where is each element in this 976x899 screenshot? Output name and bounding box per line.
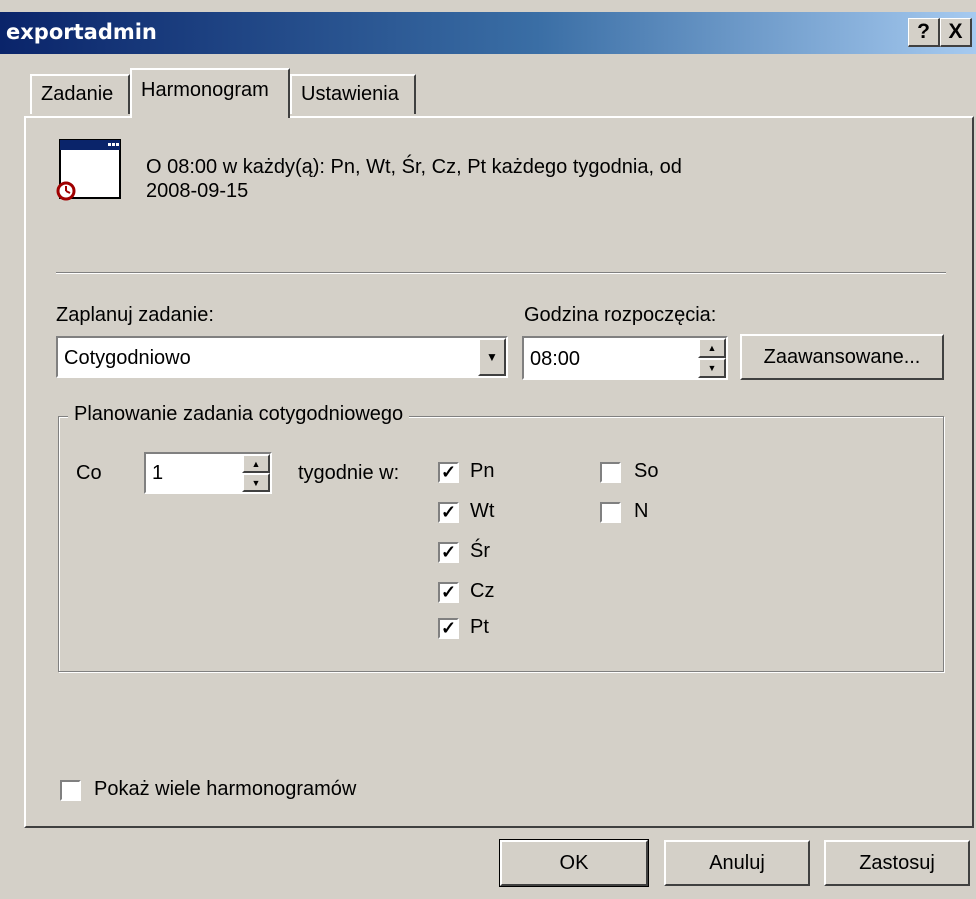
spin-down-button[interactable]: ▼: [698, 358, 726, 378]
checkbox-n-label: N: [634, 500, 649, 522]
weeks-on-label: tygodnie w:: [298, 462, 400, 484]
tab-label: Zadanie: [41, 83, 114, 105]
apply-button[interactable]: Zastosuj: [824, 840, 970, 886]
checkbox-cz[interactable]: ✓: [438, 582, 459, 603]
title-bar[interactable]: exportadmin ? X: [0, 12, 976, 54]
schedule-summary-line2: 2008-09-15: [146, 180, 249, 202]
scheduled-window-icon: [54, 138, 124, 202]
checkbox-cz-label: Cz: [470, 580, 495, 602]
arrow-down-icon: ▼: [251, 478, 261, 488]
schedule-type-select[interactable]: Cotygodniowo ▼: [56, 336, 508, 378]
check-icon: ✓: [440, 502, 457, 522]
tab-ustawienia[interactable]: Ustawienia: [290, 74, 416, 114]
checkbox-n[interactable]: [600, 502, 621, 523]
help-button[interactable]: ?: [908, 18, 940, 47]
advanced-button[interactable]: Zaawansowane...: [740, 334, 944, 380]
dropdown-button[interactable]: ▼: [478, 338, 506, 376]
cancel-button[interactable]: Anuluj: [664, 840, 810, 886]
start-time-field[interactable]: 08:00 ▲ ▼: [522, 336, 728, 380]
checkbox-pt[interactable]: ✓: [438, 618, 459, 639]
show-multiple-schedules-label: Pokaż wiele harmonogramów: [94, 778, 357, 800]
window-title: exportadmin: [6, 20, 157, 44]
check-icon: ✓: [440, 582, 457, 602]
schedule-type-value: Cotygodniowo: [64, 347, 191, 369]
checkbox-sr[interactable]: ✓: [438, 542, 459, 563]
arrow-down-icon: ▼: [707, 363, 717, 373]
start-time-value: 08:00: [530, 348, 581, 370]
spin-down-button[interactable]: ▼: [242, 473, 270, 492]
close-button[interactable]: X: [940, 18, 972, 47]
chevron-down-icon: ▼: [486, 350, 498, 364]
every-label: Co: [76, 462, 102, 484]
arrow-up-icon: ▲: [251, 459, 261, 469]
every-weeks-value: 1: [152, 462, 164, 484]
check-icon: ✓: [440, 462, 457, 482]
check-icon: ✓: [440, 618, 457, 638]
show-multiple-schedules-checkbox[interactable]: [60, 780, 81, 801]
checkbox-so[interactable]: [600, 462, 621, 483]
tab-harmonogram[interactable]: Harmonogram: [130, 68, 290, 118]
weekly-group-title: Planowanie zadania cotygodniowego: [68, 403, 410, 426]
check-icon: ✓: [440, 542, 457, 562]
checkbox-sr-label: Śr: [470, 540, 490, 562]
spin-up-button[interactable]: ▲: [698, 338, 726, 358]
every-weeks-field[interactable]: 1 ▲ ▼: [144, 452, 272, 494]
checkbox-wt-label: Wt: [470, 500, 495, 522]
tab-zadanie[interactable]: Zadanie: [30, 74, 130, 114]
schedule-type-label: Zaplanuj zadanie:: [56, 304, 214, 326]
schedule-summary-line1: O 08:00 w każdy(ą): Pn, Wt, Śr, Cz, Pt k…: [146, 156, 682, 178]
ok-button[interactable]: OK: [499, 839, 649, 887]
start-time-label: Godzina rozpoczęcia:: [524, 304, 717, 326]
arrow-up-icon: ▲: [707, 343, 717, 353]
tab-label: Harmonogram: [141, 79, 269, 101]
tab-label: Ustawienia: [301, 83, 399, 105]
spin-up-button[interactable]: ▲: [242, 454, 270, 473]
checkbox-pt-label: Pt: [470, 616, 489, 638]
checkbox-so-label: So: [634, 460, 659, 482]
checkbox-pn-label: Pn: [470, 460, 495, 482]
checkbox-pn[interactable]: ✓: [438, 462, 459, 483]
separator: [56, 272, 946, 274]
checkbox-wt[interactable]: ✓: [438, 502, 459, 523]
